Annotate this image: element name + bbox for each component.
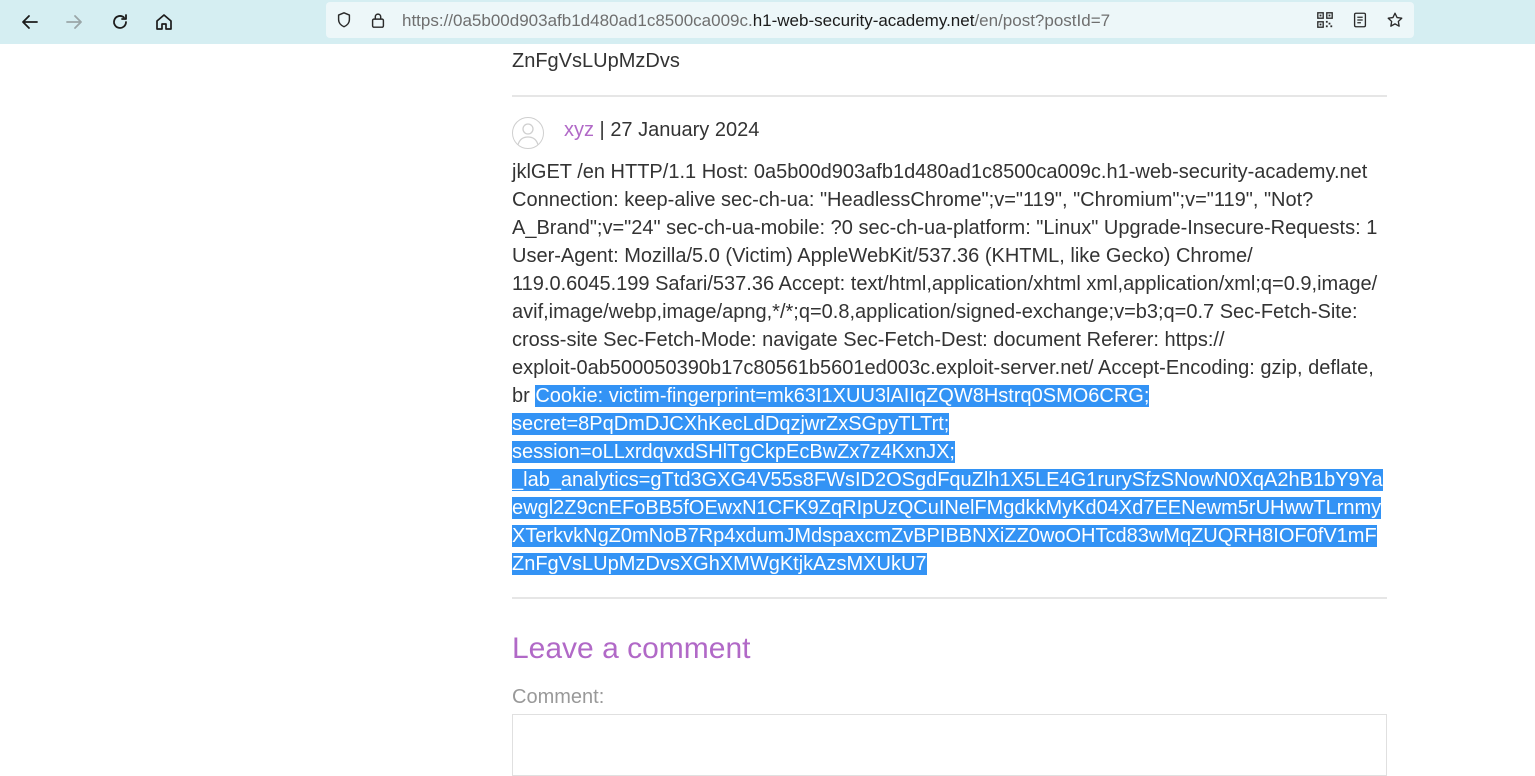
comment-line: exploit-0ab500050390b17c80561b5601ed003c…: [512, 354, 1387, 382]
comment-line: 119.0.6045.199 Safari/537.36 Accept: tex…: [512, 270, 1387, 298]
comment-line: ewgl2Z9cnEFoBB5fOEwxN1CFK9ZqRIpUzQCuINel…: [512, 494, 1387, 522]
comment-line-text: Connection: keep-alive sec-ch-ua: "Headl…: [512, 189, 1314, 211]
comment-body: jklGET /en HTTP/1.1 Host: 0a5b00d903afb1…: [512, 158, 1387, 578]
url-text[interactable]: https://0a5b00d903afb1d480ad1c8500ca009c…: [402, 11, 1110, 31]
leave-comment-heading: Leave a comment: [512, 632, 751, 665]
comment-line-text: jklGET /en HTTP/1.1 Host: 0a5b00d903afb1…: [512, 161, 1368, 183]
user-avatar-icon: [517, 123, 539, 146]
comment-line-selected-text: XTerkvkNgZ0mNoB7Rp4xdumJMdspaxcmZvBPIBBN…: [512, 525, 1377, 547]
reload-button[interactable]: [104, 6, 136, 38]
lock-icon[interactable]: [368, 10, 388, 30]
home-icon: [156, 14, 172, 30]
comment-author-link[interactable]: xyz: [564, 119, 594, 141]
forward-button[interactable]: [58, 6, 90, 38]
qr-code-icon[interactable]: [1315, 10, 1335, 30]
comment-textarea[interactable]: [512, 714, 1387, 776]
comment-line: session=oLLxrdqvxdSHlTgCkpEcBwZx7z4KxnJX…: [512, 438, 1387, 466]
comment-line-selected-text: secret=8PqDmDJCXhKecLdDqzjwrZxSGpyTLTrt;: [512, 413, 950, 435]
comment-separator: |: [594, 119, 611, 141]
back-button[interactable]: [14, 6, 46, 38]
comment-line: A_Brand";v="24" sec-ch-ua-mobile: ?0 sec…: [512, 214, 1387, 242]
avatar: [512, 117, 544, 149]
browser-toolbar: https://0a5b00d903afb1d480ad1c8500ca009c…: [0, 0, 1535, 44]
comment-date: 27 January 2024: [610, 119, 760, 141]
comment-line: jklGET /en HTTP/1.1 Host: 0a5b00d903afb1…: [512, 158, 1387, 186]
comment-line: avif,image/webp,image/apng,*/*;q=0.8,app…: [512, 298, 1387, 326]
comment-line-selected-text: ewgl2Z9cnEFoBB5fOEwxN1CFK9ZqRIpUzQCuINel…: [512, 497, 1382, 519]
url-domain: h1-web-security-academy.net: [752, 11, 975, 30]
comment-line-text: 119.0.6045.199 Safari/537.36 Accept: tex…: [512, 273, 1378, 295]
comment-line-selected-text: _lab_analytics=gTtd3GXG4V55s8FWsID2OSgdF…: [512, 469, 1383, 491]
comment-line: ZnFgVsLUpMzDvsXGhXMWgKtjkAzsMXUkU7: [512, 550, 1387, 578]
comment-line-selected-text: ZnFgVsLUpMzDvsXGhXMWgKtjkAzsMXUkU7: [512, 553, 927, 575]
previous-comment-text: ZnFgVsLUpMzDvs: [512, 50, 680, 72]
url-suffix: /en/post?postId=7: [974, 11, 1111, 30]
comment-line: _lab_analytics=gTtd3GXG4V55s8FWsID2OSgdF…: [512, 466, 1387, 494]
comment-line: secret=8PqDmDJCXhKecLdDqzjwrZxSGpyTLTrt;: [512, 410, 1387, 438]
bookmark-star-icon[interactable]: [1385, 10, 1405, 30]
comment-line: br Cookie: victim-fingerprint=mk63I1XUU3…: [512, 382, 1387, 410]
comment-field-label: Comment:: [512, 686, 605, 708]
comment-line-selected-text: Cookie: victim-fingerprint=mk63I1XUU3lAI…: [535, 385, 1150, 407]
comment-line-text: avif,image/webp,image/apng,*/*;q=0.8,app…: [512, 301, 1358, 323]
comment-line: User-Agent: Mozilla/5.0 (Victim) AppleWe…: [512, 242, 1387, 270]
arrow-left-icon: [22, 15, 38, 29]
comment-line: Connection: keep-alive sec-ch-ua: "Headl…: [512, 186, 1387, 214]
comment-line-text: exploit-0ab500050390b17c80561b5601ed003c…: [512, 357, 1374, 379]
home-button[interactable]: [148, 6, 180, 38]
reader-view-icon[interactable]: [1350, 10, 1370, 30]
comment-line-text: User-Agent: Mozilla/5.0 (Victim) AppleWe…: [512, 245, 1253, 267]
comment-line: XTerkvkNgZ0mNoB7Rp4xdumJMdspaxcmZvBPIBBN…: [512, 522, 1387, 550]
divider: [512, 597, 1387, 599]
arrow-right-icon: [66, 15, 82, 29]
comment-line-text: br: [512, 385, 536, 407]
comment-line-selected-text: session=oLLxrdqvxdSHlTgCkpEcBwZx7z4KxnJX…: [512, 441, 955, 463]
comment-line-text: cross-site Sec-Fetch-Mode: navigate Sec-…: [512, 329, 1225, 351]
comment-line-text: A_Brand";v="24" sec-ch-ua-mobile: ?0 sec…: [512, 217, 1378, 239]
divider: [512, 95, 1387, 97]
address-bar[interactable]: https://0a5b00d903afb1d480ad1c8500ca009c…: [326, 2, 1414, 38]
url-prefix: https://0a5b00d903afb1d480ad1c8500ca009c…: [402, 11, 753, 30]
reload-icon: [113, 14, 127, 29]
shield-icon[interactable]: [334, 10, 354, 30]
comment-header: xyz | 27 January 2024: [564, 119, 759, 141]
comment-line: cross-site Sec-Fetch-Mode: navigate Sec-…: [512, 326, 1387, 354]
